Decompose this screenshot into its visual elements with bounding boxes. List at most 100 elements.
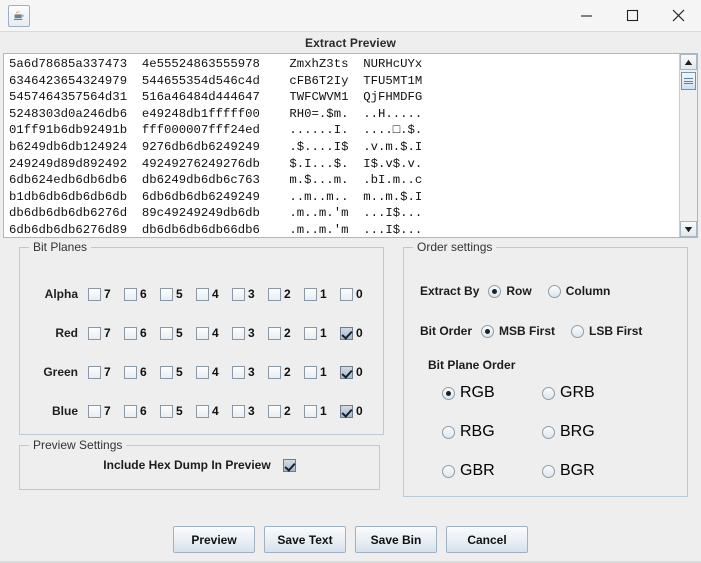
bit-cell-alpha-6[interactable]: 6 xyxy=(124,287,160,301)
checkbox-green-bit-1[interactable] xyxy=(304,365,317,379)
bit-cell-red-5[interactable]: 5 xyxy=(160,326,196,340)
radio-grb[interactable] xyxy=(542,386,555,400)
checkbox-red-bit-0[interactable] xyxy=(340,326,353,340)
checkbox-alpha-bit-7[interactable] xyxy=(88,287,101,301)
checkbox-green-bit-4[interactable] xyxy=(196,365,209,379)
checkbox-green-bit-2[interactable] xyxy=(268,365,281,379)
checkbox-blue-bit-0[interactable] xyxy=(340,404,353,418)
checkbox-red-bit-2[interactable] xyxy=(268,326,281,340)
bit-cell-red-4[interactable]: 4 xyxy=(196,326,232,340)
checkbox-alpha-bit-4[interactable] xyxy=(196,287,209,301)
bit-cell-green-4[interactable]: 4 xyxy=(196,365,232,379)
bit-plane-order-rbg[interactable]: RBG xyxy=(442,423,542,441)
bit-cell-blue-6[interactable]: 6 xyxy=(124,404,160,418)
checkbox-blue-bit-5[interactable] xyxy=(160,404,173,418)
checkbox-alpha-bit-3[interactable] xyxy=(232,287,245,301)
scroll-up-arrow-icon[interactable] xyxy=(680,54,697,70)
maximize-button[interactable] xyxy=(609,0,655,32)
bit-cell-alpha-1[interactable]: 1 xyxy=(304,287,340,301)
bit-cell-green-6[interactable]: 6 xyxy=(124,365,160,379)
bit-cell-red-7[interactable]: 7 xyxy=(88,326,124,340)
bit-order-lsb-first[interactable]: LSB First xyxy=(571,324,642,338)
vertical-scrollbar[interactable] xyxy=(679,54,697,237)
checkbox-blue-bit-4[interactable] xyxy=(196,404,209,418)
radio-row[interactable] xyxy=(488,284,502,298)
radio-rbg[interactable] xyxy=(442,425,455,439)
checkbox-blue-bit-7[interactable] xyxy=(88,404,101,418)
bit-cell-red-6[interactable]: 6 xyxy=(124,326,160,340)
checkbox-blue-bit-1[interactable] xyxy=(304,404,317,418)
bit-cell-alpha-0[interactable]: 0 xyxy=(340,287,376,301)
checkbox-red-bit-3[interactable] xyxy=(232,326,245,340)
extract-by-row[interactable]: Row xyxy=(488,284,532,298)
checkbox-green-bit-5[interactable] xyxy=(160,365,173,379)
checkbox-alpha-bit-2[interactable] xyxy=(268,287,281,301)
checkbox-alpha-bit-1[interactable] xyxy=(304,287,317,301)
checkbox-red-bit-4[interactable] xyxy=(196,326,209,340)
preview-button[interactable]: Preview xyxy=(173,526,255,553)
bit-cell-alpha-7[interactable]: 7 xyxy=(88,287,124,301)
hexdump-textarea[interactable]: 5a6d78685a337473 4e55524863555978 ZmxhZ3… xyxy=(4,54,679,237)
bit-cell-blue-2[interactable]: 2 xyxy=(268,404,304,418)
checkbox-alpha-bit-0[interactable] xyxy=(340,287,353,301)
bit-order-msb-first[interactable]: MSB First xyxy=(481,324,555,338)
bit-cell-alpha-4[interactable]: 4 xyxy=(196,287,232,301)
bit-cell-green-0[interactable]: 0 xyxy=(340,365,376,379)
bit-cell-blue-0[interactable]: 0 xyxy=(340,404,376,418)
checkbox-blue-bit-2[interactable] xyxy=(268,404,281,418)
bit-plane-order-brg[interactable]: BRG xyxy=(542,423,642,441)
checkbox-red-bit-1[interactable] xyxy=(304,326,317,340)
radio-msb-first[interactable] xyxy=(481,324,495,338)
bit-cell-blue-7[interactable]: 7 xyxy=(88,404,124,418)
radio-gbr[interactable] xyxy=(442,464,455,478)
checkbox-alpha-bit-6[interactable] xyxy=(124,287,137,301)
scroll-down-arrow-icon[interactable] xyxy=(680,221,697,237)
bit-cell-alpha-3[interactable]: 3 xyxy=(232,287,268,301)
bit-cell-red-1[interactable]: 1 xyxy=(304,326,340,340)
bit-cell-green-1[interactable]: 1 xyxy=(304,365,340,379)
bit-cell-green-2[interactable]: 2 xyxy=(268,365,304,379)
bit-cell-blue-4[interactable]: 4 xyxy=(196,404,232,418)
bit-plane-order-grb[interactable]: GRB xyxy=(542,384,642,402)
checkbox-red-bit-6[interactable] xyxy=(124,326,137,340)
bit-cell-alpha-2[interactable]: 2 xyxy=(268,287,304,301)
checkbox-green-bit-6[interactable] xyxy=(124,365,137,379)
extract-by-column[interactable]: Column xyxy=(547,284,610,298)
minimize-button[interactable] xyxy=(563,0,609,32)
bit-cell-green-7[interactable]: 7 xyxy=(88,365,124,379)
bit-plane-order-rgb[interactable]: RGB xyxy=(442,384,542,402)
include-hex-dump-row[interactable]: Include Hex Dump In Preview xyxy=(20,458,379,472)
radio-lsb-first[interactable] xyxy=(571,324,585,338)
bit-cell-alpha-5[interactable]: 5 xyxy=(160,287,196,301)
save-text-button[interactable]: Save Text xyxy=(264,526,346,553)
bit-cell-green-3[interactable]: 3 xyxy=(232,365,268,379)
radio-bgr[interactable] xyxy=(542,464,555,478)
bit-plane-order-bgr[interactable]: BGR xyxy=(542,462,642,480)
close-button[interactable] xyxy=(655,0,701,32)
checkbox-green-bit-7[interactable] xyxy=(88,365,101,379)
checkbox-red-bit-5[interactable] xyxy=(160,326,173,340)
bit-cell-green-5[interactable]: 5 xyxy=(160,365,196,379)
bit-cell-blue-3[interactable]: 3 xyxy=(232,404,268,418)
bit-cell-red-3[interactable]: 3 xyxy=(232,326,268,340)
radio-rgb[interactable] xyxy=(442,386,455,400)
checkbox-red-bit-7[interactable] xyxy=(88,326,101,340)
bit-cell-blue-5[interactable]: 5 xyxy=(160,404,196,418)
cancel-button[interactable]: Cancel xyxy=(446,526,528,553)
radio-brg[interactable] xyxy=(542,425,555,439)
save-bin-button[interactable]: Save Bin xyxy=(355,526,437,553)
bit-plane-order-gbr[interactable]: GBR xyxy=(442,462,542,480)
channel-label-blue: Blue xyxy=(51,404,78,418)
checkbox-blue-bit-6[interactable] xyxy=(124,404,137,418)
bit-cell-blue-1[interactable]: 1 xyxy=(304,404,340,418)
bit-cell-red-2[interactable]: 2 xyxy=(268,326,304,340)
scrollbar-track[interactable] xyxy=(680,70,697,221)
include-hex-dump-checkbox[interactable] xyxy=(282,458,296,472)
checkbox-green-bit-3[interactable] xyxy=(232,365,245,379)
checkbox-green-bit-0[interactable] xyxy=(340,365,353,379)
scrollbar-thumb[interactable] xyxy=(681,72,696,90)
bit-cell-red-0[interactable]: 0 xyxy=(340,326,376,340)
checkbox-blue-bit-3[interactable] xyxy=(232,404,245,418)
radio-column[interactable] xyxy=(547,284,561,298)
checkbox-alpha-bit-5[interactable] xyxy=(160,287,173,301)
